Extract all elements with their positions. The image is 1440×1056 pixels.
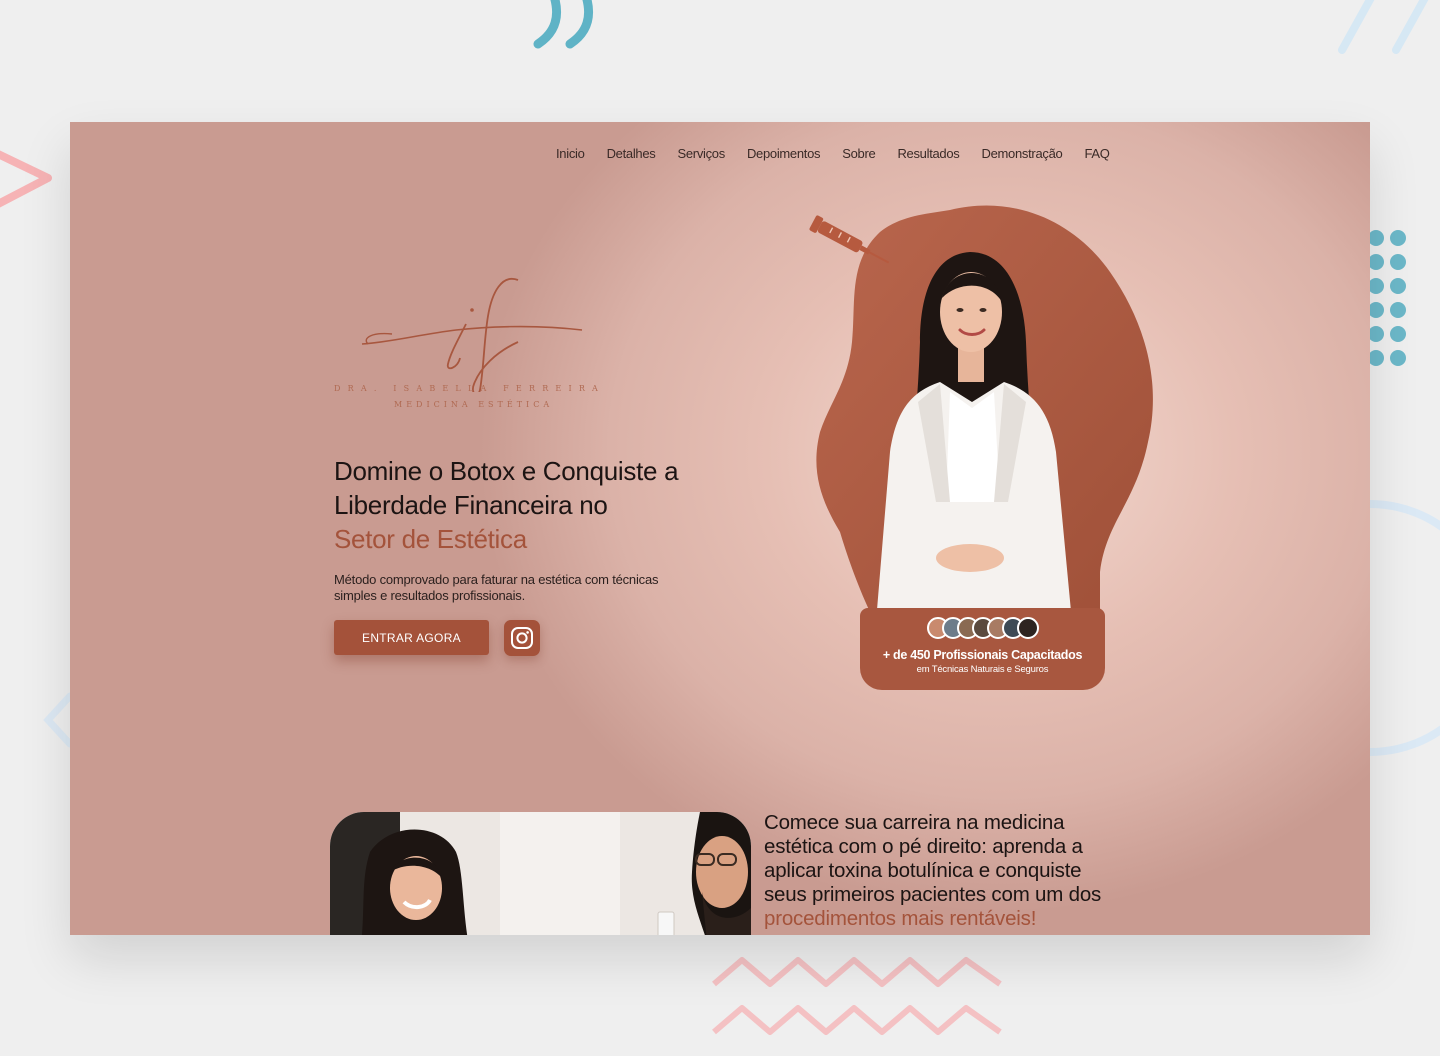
decorative-slashes (1332, 0, 1440, 56)
nav-link-detalhes[interactable]: Detalhes (607, 146, 656, 161)
avatar (1016, 617, 1039, 639)
nav-link-faq[interactable]: FAQ (1084, 146, 1109, 161)
hero-title-line-1: Domine o Botox e Conquiste (334, 456, 658, 486)
badge-title: + de 450 Profissionais Capacitados (882, 648, 1083, 662)
professionals-badge: + de 450 Profissionais Capacitados em Té… (860, 608, 1105, 690)
enter-now-button[interactable]: ENTRAR AGORA (334, 620, 489, 655)
avatar-group (860, 617, 1105, 639)
instagram-icon[interactable] (504, 620, 540, 656)
nav-link-sobre[interactable]: Sobre (842, 146, 876, 161)
decorative-dot-grid (1366, 226, 1412, 371)
badge-subtitle: em Técnicas Naturais e Seguros (916, 664, 1049, 675)
nav-link-demonstracao[interactable]: Demonstração (982, 146, 1063, 161)
brand-logo: DRA. ISABELLA FERREIRA MEDICINA ESTÉTICA (332, 272, 612, 409)
monogram-if-logo (361, 277, 583, 392)
decorative-quote-marks (530, 0, 600, 56)
decorative-zigzag (708, 950, 1008, 1040)
section-intro-accent: procedimentos mais rentáveis! (764, 907, 1037, 930)
logo-subtitle-text: MEDICINA ESTÉTICA (394, 400, 554, 409)
section-intro-text: Comece sua carreira na medicina estética… (764, 811, 1124, 931)
hero-subtitle: Método comprovado para faturar na estéti… (334, 572, 659, 603)
nav-link-depoimentos[interactable]: Depoimentos (747, 146, 821, 161)
hero-title-accent: Setor de Estética (334, 524, 527, 554)
nav-link-resultados[interactable]: Resultados (897, 146, 959, 161)
logo-name-text: DRA. ISABELLA FERREIRA (334, 384, 606, 393)
section-intro-body: Comece sua carreira na medicina estética… (764, 811, 1102, 906)
nav-link-servicos[interactable]: Serviços (677, 146, 725, 161)
syringe-icon (809, 215, 890, 264)
top-navigation: Inicio Detalhes Serviços Depoimentos Sob… (556, 146, 1110, 161)
nav-link-inicio[interactable]: Inicio (556, 146, 585, 161)
decorative-chevron (0, 148, 56, 210)
consultation-photo (330, 812, 751, 935)
hero-title: Domine o Botox e Conquiste a Liberdade F… (334, 454, 714, 556)
website-mockup: Inicio Detalhes Serviços Depoimentos Sob… (70, 122, 1370, 935)
